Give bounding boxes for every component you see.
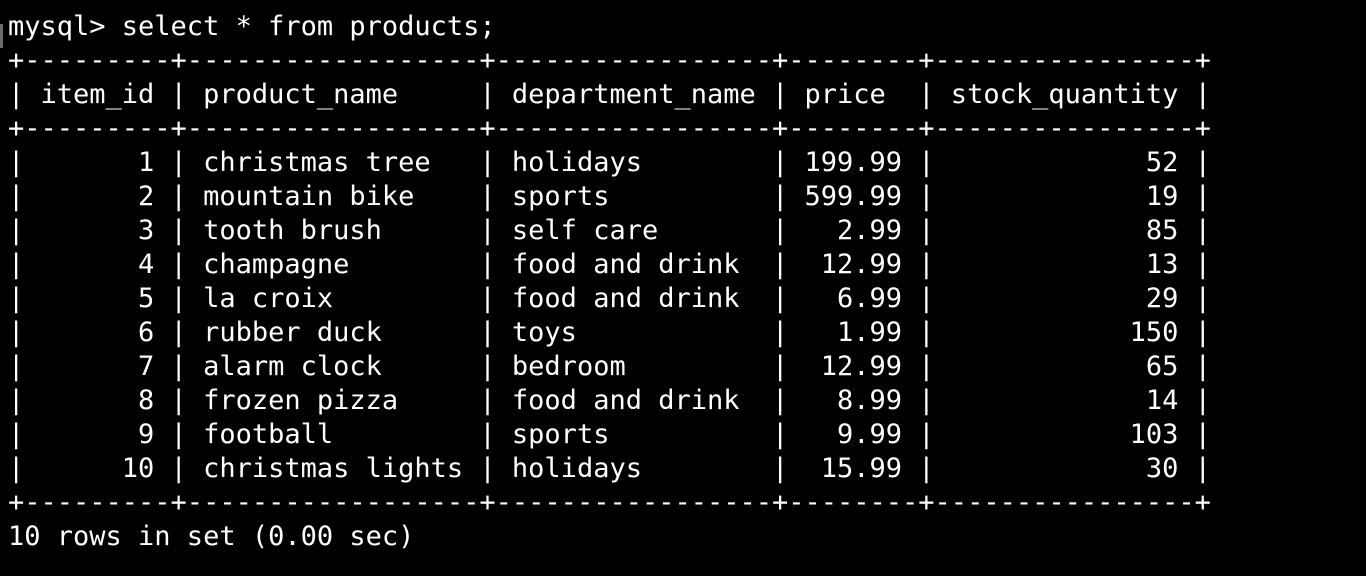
table-row: | 1 | christmas tree | holidays | 199.99… <box>8 147 1211 178</box>
table-row: | 7 | alarm clock | bedroom | 12.99 | 65… <box>8 351 1211 382</box>
table-border-line: +---------+------------------+----------… <box>8 45 1211 76</box>
table-header-row: | item_id | product_name | department_na… <box>8 79 1211 110</box>
table-row: | 5 | la croix | food and drink | 6.99 |… <box>8 283 1211 314</box>
table-row: | 3 | tooth brush | self care | 2.99 | 8… <box>8 215 1211 246</box>
table-row: | 4 | champagne | food and drink | 12.99… <box>8 249 1211 280</box>
table-row: | 10 | christmas lights | holidays | 15.… <box>8 453 1211 484</box>
table-row: | 9 | football | sports | 9.99 | 103 | <box>8 419 1211 450</box>
table-row: | 2 | mountain bike | sports | 599.99 | … <box>8 181 1211 212</box>
table-row: | 6 | rubber duck | toys | 1.99 | 150 | <box>8 317 1211 348</box>
terminal-window[interactable]: mysql> select * from products; +---------… <box>0 10 1366 576</box>
table-row: | 8 | frozen pizza | food and drink | 8.… <box>8 385 1211 416</box>
command-line: mysql> select * from products; <box>8 11 496 42</box>
table-border-line: +---------+------------------+----------… <box>8 487 1211 518</box>
query-result-summary: 10 rows in set (0.00 sec) <box>8 521 415 552</box>
table-border-line: +---------+------------------+----------… <box>8 113 1211 144</box>
text-cursor-marker <box>0 24 3 48</box>
